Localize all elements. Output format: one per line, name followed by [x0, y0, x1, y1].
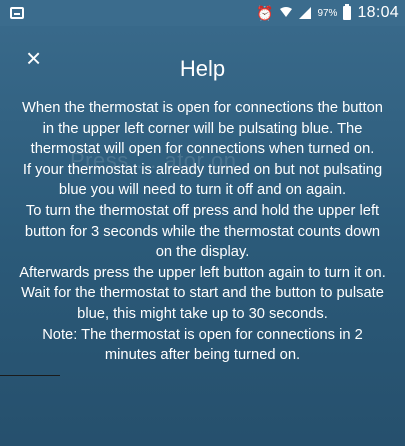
battery-icon	[343, 4, 352, 20]
help-paragraph: If your thermostat is already turned on …	[22, 161, 383, 199]
help-screen: Press … ator on ⏰ 97% 18:04 × Help When …	[0, 0, 405, 446]
alarm-clock-icon: ⏰	[256, 5, 274, 21]
status-indicators: ⏰ 97% 18:04	[256, 4, 399, 22]
help-paragraph: When the thermostat is open for connecti…	[22, 100, 383, 158]
screenshot-notification-icon	[10, 7, 24, 19]
wifi-icon	[279, 6, 293, 20]
divider	[0, 375, 60, 376]
status-bar: ⏰ 97% 18:04	[0, 0, 405, 26]
clock: 18:04	[357, 4, 399, 21]
page-title: Help	[179, 56, 226, 81]
battery-percentage: 97%	[317, 7, 338, 19]
help-text: When the thermostat is open for connecti…	[18, 98, 387, 366]
help-paragraph: Note: The thermostat is open for connect…	[42, 326, 363, 364]
header: × Help	[0, 44, 405, 84]
help-paragraph: To turn the thermostat off press and hol…	[24, 202, 381, 261]
help-paragraph: Afterwards press the upper left button a…	[19, 264, 386, 322]
cell-signal-icon	[299, 7, 312, 19]
